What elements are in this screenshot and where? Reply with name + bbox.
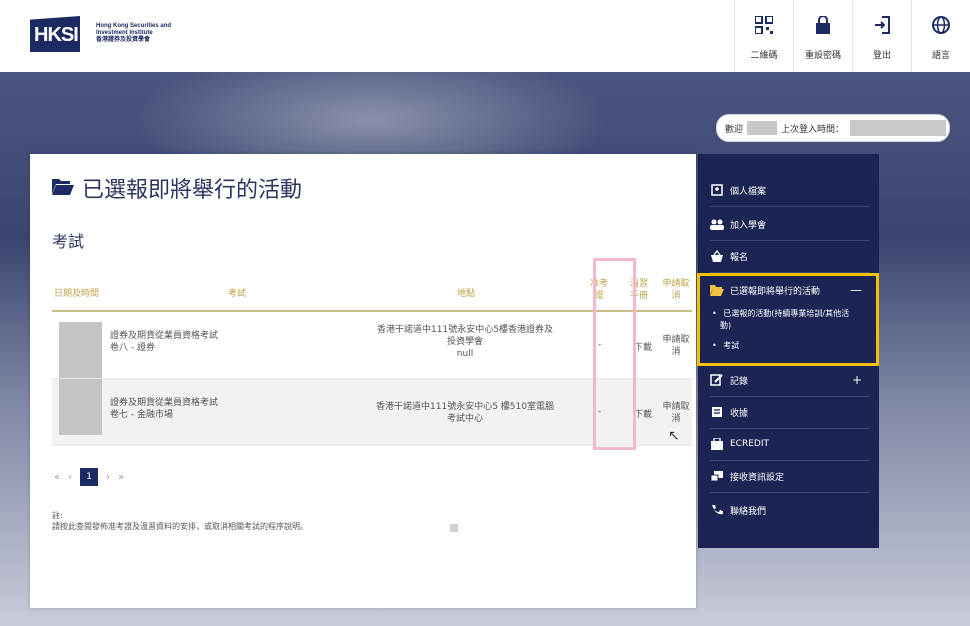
nav-logout-label: 登出 bbox=[872, 51, 891, 61]
top-nav: 二維碼 重設密碼 登出 語言 bbox=[734, 0, 970, 72]
sidebar-item-records[interactable]: 記錄 + bbox=[710, 364, 870, 397]
edit-icon bbox=[710, 373, 724, 387]
cancel-exam-link[interactable]: 申請取 消 bbox=[660, 334, 692, 358]
exam-line: 卷七 - 金融市場 bbox=[110, 410, 173, 420]
globe-icon bbox=[932, 14, 950, 36]
location-line: 投資學會 bbox=[446, 337, 483, 347]
sidebar-item-register[interactable]: 報名 bbox=[710, 240, 870, 273]
exam-line: 卷八 - 證券 bbox=[110, 343, 155, 353]
hksi-logo[interactable]: HKSI Hong Kong Securities and Investment… bbox=[30, 12, 176, 54]
sidebar-item-ecredit[interactable]: ECREDIT bbox=[710, 428, 870, 461]
handbook-highlight bbox=[593, 258, 636, 450]
sidebar-item-label: 個人檔案 bbox=[730, 186, 767, 197]
sidebar-item-profile[interactable]: 個人檔案 bbox=[710, 174, 870, 207]
sidebar-item-label: 報名 bbox=[730, 252, 749, 263]
col-location: 地點 bbox=[457, 289, 476, 299]
nav-qr-label: 二維碼 bbox=[750, 51, 778, 61]
note: 註: 請按此查閱發佈准考證及溫習資料的安排，或取消相關考試的程序說明。 bbox=[52, 510, 308, 532]
small-box bbox=[450, 524, 458, 532]
exam-name: 證券及期貨從業員資格考試 卷八 - 證券 bbox=[110, 330, 218, 354]
nav-logout[interactable]: 登出 bbox=[852, 0, 911, 72]
credit-icon bbox=[710, 437, 724, 451]
profile-icon bbox=[710, 183, 724, 197]
logo-zh: 香港證券及投資學會 bbox=[96, 36, 151, 43]
header-bar: HKSI Hong Kong Securities and Investment… bbox=[0, 0, 970, 72]
basket-icon bbox=[710, 249, 724, 263]
welcome-text: 歡迎 bbox=[725, 124, 744, 135]
sidebar-item-label: 聯絡我們 bbox=[730, 506, 767, 517]
exam-location: 香港干諾道中111號永安中心5樓香港證券及 投資學會 null bbox=[370, 324, 560, 360]
pager-next[interactable]: › bbox=[106, 472, 110, 483]
sidebar-item-label: 加入學會 bbox=[730, 220, 767, 231]
cancel-exam-link[interactable]: 申請取 消 bbox=[660, 401, 692, 425]
folder-open-icon bbox=[52, 177, 74, 199]
cancel-line: 申請取 bbox=[662, 402, 690, 412]
exam-location: 香港干諾道中111號永安中心5 樓510室電腦 考試中心 bbox=[370, 401, 560, 425]
note-text-link[interactable]: 請按此查閱發佈准考證及溫習資料的安排，或取消相關考試的程序說明。 bbox=[52, 521, 308, 532]
pagination: « ‹ 1 › » bbox=[54, 468, 132, 486]
nav-language-label: 語言 bbox=[931, 51, 950, 61]
nav-reset-label: 重設密碼 bbox=[804, 51, 841, 61]
col-datetime: 日期及時間 bbox=[54, 289, 100, 299]
exam-line: 證券及期貨從業員資格考試 bbox=[110, 398, 219, 408]
sidebar-item-join[interactable]: 加入學會 bbox=[710, 208, 870, 241]
last-login-info: 歡迎 上次登入時間： bbox=[716, 114, 950, 142]
location-line: 香港干諾道中111號永安中心5樓香港證券及 bbox=[377, 325, 553, 335]
logo-mark: HKSI bbox=[30, 12, 84, 54]
lock-icon bbox=[816, 14, 830, 36]
cancel-line: 申請取 bbox=[662, 335, 690, 345]
page-title: 已選報即將舉行的活動 bbox=[52, 172, 302, 204]
redacted-time bbox=[850, 120, 947, 136]
logo-subtitle: Hong Kong Securities and Investment Inst… bbox=[96, 23, 176, 44]
nav-qr-code[interactable]: 二維碼 bbox=[734, 0, 793, 72]
members-icon bbox=[710, 217, 724, 231]
pager-last[interactable]: » bbox=[118, 472, 124, 483]
logo-text: HKSI bbox=[34, 24, 79, 46]
location-line: 香港干諾道中111號永安中心5 樓510室電腦 bbox=[376, 402, 554, 412]
location-line: null bbox=[456, 349, 474, 359]
phone-icon bbox=[710, 503, 724, 517]
exam-name: 證券及期貨從業員資格考試 卷七 - 金融市場 bbox=[110, 397, 218, 421]
section-title-exam: 考試 bbox=[52, 232, 85, 251]
pager-first[interactable]: « bbox=[54, 472, 60, 483]
sidebar-item-label: 記錄 bbox=[730, 376, 749, 387]
logo-en: Hong Kong Securities and Investment Inst… bbox=[96, 22, 172, 36]
cancel-line: 消 bbox=[671, 414, 681, 424]
exam-line: 證券及期貨從業員資格考試 bbox=[110, 331, 219, 341]
expand-toggle[interactable]: + bbox=[852, 373, 862, 387]
nav-language[interactable]: 語言 bbox=[911, 0, 970, 72]
pager-current-page[interactable]: 1 bbox=[80, 468, 99, 486]
sidebar-item-label: 接收資訊設定 bbox=[730, 472, 785, 483]
page-title-text: 已選報即將舉行的活動 bbox=[82, 178, 303, 203]
redacted-name bbox=[747, 121, 778, 135]
sidebar-item-receipts[interactable]: 收據 bbox=[710, 396, 870, 429]
col-exam: 考試 bbox=[228, 289, 247, 299]
sidebar-item-label: ECREDIT bbox=[730, 439, 769, 449]
last-login-label: 上次登入時間： bbox=[781, 124, 845, 135]
pager-prev[interactable]: ‹ bbox=[68, 472, 72, 483]
mouse-cursor-icon: ↖ bbox=[668, 428, 680, 444]
redacted-photo bbox=[59, 322, 102, 378]
active-section-highlight bbox=[697, 273, 879, 366]
cancel-line: 消 bbox=[671, 347, 681, 357]
logout-icon bbox=[874, 14, 890, 36]
sidebar-item-label: 收據 bbox=[730, 408, 749, 419]
receipt-icon bbox=[710, 405, 724, 419]
location-line: 考試中心 bbox=[446, 414, 483, 424]
nav-reset-password[interactable]: 重設密碼 bbox=[793, 0, 852, 72]
col-cancel: 申請取消 bbox=[662, 279, 690, 301]
sidebar-item-notifications[interactable]: 接收資訊設定 bbox=[710, 460, 870, 493]
note-label: 註: bbox=[52, 511, 63, 520]
qr-code-icon bbox=[755, 14, 773, 36]
sidebar-item-contact[interactable]: 聯絡我們 bbox=[710, 494, 870, 526]
settings-icon bbox=[710, 469, 724, 483]
redacted-photo bbox=[59, 379, 102, 435]
